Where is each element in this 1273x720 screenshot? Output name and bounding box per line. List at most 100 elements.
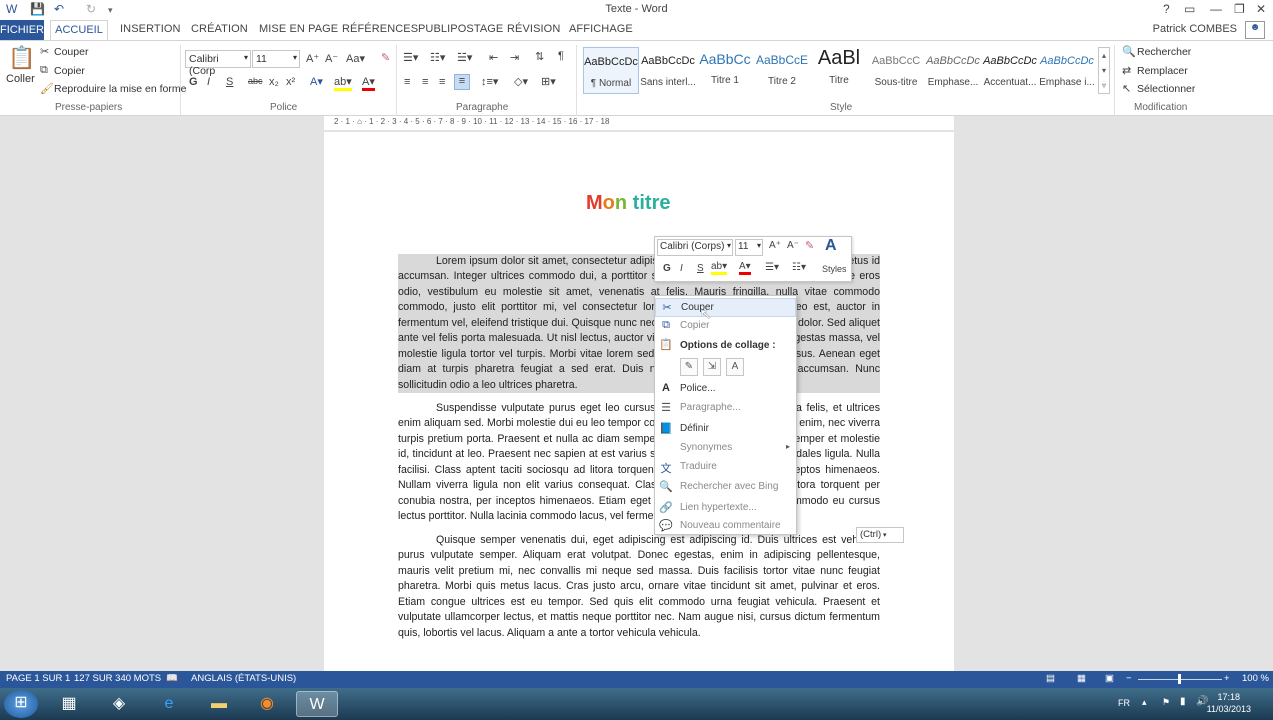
zoom-out-icon[interactable]: − (1126, 673, 1132, 684)
calculator-icon[interactable]: ▦ (54, 691, 84, 717)
close-icon[interactable]: ✕ (1256, 2, 1266, 16)
proofing-icon[interactable]: 📖 (166, 673, 178, 684)
paste-button[interactable]: Coller (6, 73, 35, 85)
style-normal[interactable]: AaBbCcDc ¶ Normal (583, 47, 639, 94)
restore-icon[interactable]: ❐ (1234, 2, 1245, 16)
mini-format-painter-icon[interactable]: ✎ (805, 239, 814, 252)
menu-item-search-bing[interactable]: 🔍 Rechercher avec Bing (655, 478, 796, 497)
mini-styles-icon[interactable]: A (825, 237, 837, 255)
menu-item-paragraph[interactable]: ☰ Paragraphe... (655, 399, 796, 418)
style-heading1[interactable]: AaBbCc Titre 1 (697, 47, 753, 94)
vertical-ruler[interactable] (0, 120, 14, 670)
document-page[interactable]: Mon titre Lorem ipsum dolor sit amet, co… (324, 132, 954, 672)
tab-file[interactable]: FICHIER (0, 20, 44, 40)
help-icon[interactable]: ? (1163, 2, 1170, 16)
clear-formatting-icon[interactable]: ✎ (381, 51, 390, 64)
minimize-icon[interactable]: — (1210, 2, 1222, 16)
paste-options-tag[interactable]: (Ctrl) ▾ (856, 527, 904, 543)
styles-scroll[interactable]: ▴ ▾ ▿ (1098, 47, 1110, 94)
multilevel-list-icon[interactable]: ☱▾ (457, 51, 472, 64)
align-left-icon[interactable]: ≡ (404, 76, 410, 88)
mini-italic-icon[interactable]: I (680, 263, 683, 274)
explorer-icon[interactable]: ▬ (204, 691, 234, 717)
ribbon-options-icon[interactable]: ▭ (1184, 2, 1195, 16)
mini-highlight-icon[interactable]: ab▾ (711, 261, 728, 275)
tab-insert[interactable]: INSERTION (120, 23, 181, 35)
tab-layout[interactable]: MISE EN PAGE (259, 23, 338, 35)
word-count[interactable]: 127 SUR 340 MOTS (74, 673, 161, 684)
mini-bullets-icon[interactable]: ☰▾ (765, 262, 779, 273)
style-no-spacing[interactable]: AaBbCcDc Sans interl... (640, 47, 696, 94)
paste-icon[interactable]: 📋 (8, 45, 35, 71)
user-avatar[interactable]: ☻ (1245, 21, 1265, 39)
page-count[interactable]: PAGE 1 SUR 1 (6, 673, 70, 684)
mini-bold-icon[interactable]: G (663, 263, 671, 274)
start-button[interactable]: ⊞ (4, 690, 38, 718)
tab-design[interactable]: CRÉATION (191, 23, 248, 35)
menu-item-translate[interactable]: 文 Traduire (655, 458, 796, 477)
tray-arrow-icon[interactable]: ▴ (1142, 697, 1147, 708)
mini-font-color-icon[interactable]: A▾ (739, 261, 751, 275)
cut-button[interactable]: Couper (54, 46, 88, 58)
menu-item-hyperlink[interactable]: 🔗 Lien hypertexte... (655, 499, 796, 518)
word-taskbar-icon[interactable]: W (296, 691, 338, 717)
mini-shrink-font-icon[interactable]: A⁻ (787, 240, 799, 251)
document-title[interactable]: Mon titre (586, 192, 671, 215)
increase-indent-icon[interactable]: ⇥ (510, 51, 519, 64)
format-painter-button[interactable]: Reproduire la mise en forme (54, 83, 186, 95)
notes-icon[interactable]: ◈ (104, 691, 134, 717)
tab-references[interactable]: RÉFÉRENCES (342, 23, 418, 35)
style-intense-emphasis[interactable]: AaBbCcDc Emphase i... (1039, 47, 1095, 94)
show-marks-icon[interactable]: ¶ (558, 50, 564, 62)
decrease-indent-icon[interactable]: ⇤ (489, 51, 498, 64)
tab-review[interactable]: RÉVISION (507, 23, 560, 35)
replace-button[interactable]: Remplacer (1137, 65, 1188, 77)
sort-icon[interactable]: ⇅ (535, 50, 544, 63)
find-button[interactable]: Rechercher (1137, 46, 1191, 58)
paragraph-3[interactable]: Quisque semper venenatis dui, eget adipi… (398, 533, 880, 641)
mini-grow-font-icon[interactable]: A⁺ (769, 240, 781, 251)
shading-icon[interactable]: ◇▾ (514, 75, 528, 88)
mini-styles-label[interactable]: Styles (822, 264, 847, 274)
change-case-icon[interactable]: Aa▾ (346, 52, 365, 65)
menu-item-copy[interactable]: ⧉ Copier (655, 317, 796, 336)
style-title[interactable]: AaBl Titre (811, 47, 867, 94)
style-subtle-emphasis[interactable]: AaBbCcDc Emphase... (925, 47, 981, 94)
underline-button[interactable]: S (226, 76, 233, 88)
firefox-icon[interactable]: ◉ (252, 691, 282, 717)
tab-home[interactable]: ACCUEIL (50, 20, 108, 41)
clock[interactable]: 17:18 11/03/2013 (1207, 691, 1251, 715)
flag-icon[interactable]: ⚑ (1162, 697, 1170, 708)
menu-item-define[interactable]: 📘 Définir (655, 420, 796, 439)
mini-font-combo[interactable]: Calibri (Corps) ▾ (657, 239, 733, 256)
tab-view[interactable]: AFFICHAGE (569, 23, 633, 35)
style-subtitle[interactable]: AaBbCcC Sous-titre (868, 47, 924, 94)
borders-icon[interactable]: ⊞▾ (541, 75, 556, 88)
network-icon[interactable]: ▮ (1180, 696, 1186, 707)
shrink-font-icon[interactable]: A⁻ (325, 52, 338, 65)
align-center-icon[interactable]: ≡ (422, 76, 428, 88)
menu-item-synonyms[interactable]: Synonymes ▸ (655, 439, 796, 458)
align-right-icon[interactable]: ≡ (439, 76, 445, 88)
ie-icon[interactable]: e (154, 691, 184, 717)
numbering-icon[interactable]: ☷▾ (430, 51, 445, 64)
mini-size-combo[interactable]: 11 ▾ (735, 239, 763, 256)
print-layout-icon[interactable]: ▦ (1077, 673, 1086, 684)
user-name[interactable]: Patrick COMBES (1153, 23, 1237, 35)
style-emphasis[interactable]: AaBbCcDc Accentuat... (982, 47, 1038, 94)
horizontal-ruler[interactable]: 2 · 1 · ⌂ · 1 · 2 · 3 · 4 · 5 · 6 · 7 · … (324, 116, 954, 130)
zoom-level[interactable]: 100 % (1242, 673, 1269, 684)
select-button[interactable]: Sélectionner (1137, 83, 1195, 95)
read-mode-icon[interactable]: ▤ (1046, 673, 1055, 684)
zoom-in-icon[interactable]: + (1224, 673, 1230, 684)
superscript-button[interactable]: x² (286, 76, 295, 88)
bold-button[interactable]: G (189, 76, 198, 88)
font-color-icon[interactable]: A▾ (362, 75, 375, 91)
paste-merge-format-icon[interactable]: ⇲ (703, 358, 721, 376)
mini-underline-icon[interactable]: S (697, 263, 704, 274)
web-layout-icon[interactable]: ▣ (1105, 673, 1114, 684)
bullets-icon[interactable]: ☰▾ (403, 51, 418, 64)
paste-keep-format-icon[interactable]: ✎ (680, 358, 698, 376)
font-size-combo[interactable]: 11 ▾ (252, 50, 300, 68)
paste-text-only-icon[interactable]: A (726, 358, 744, 376)
